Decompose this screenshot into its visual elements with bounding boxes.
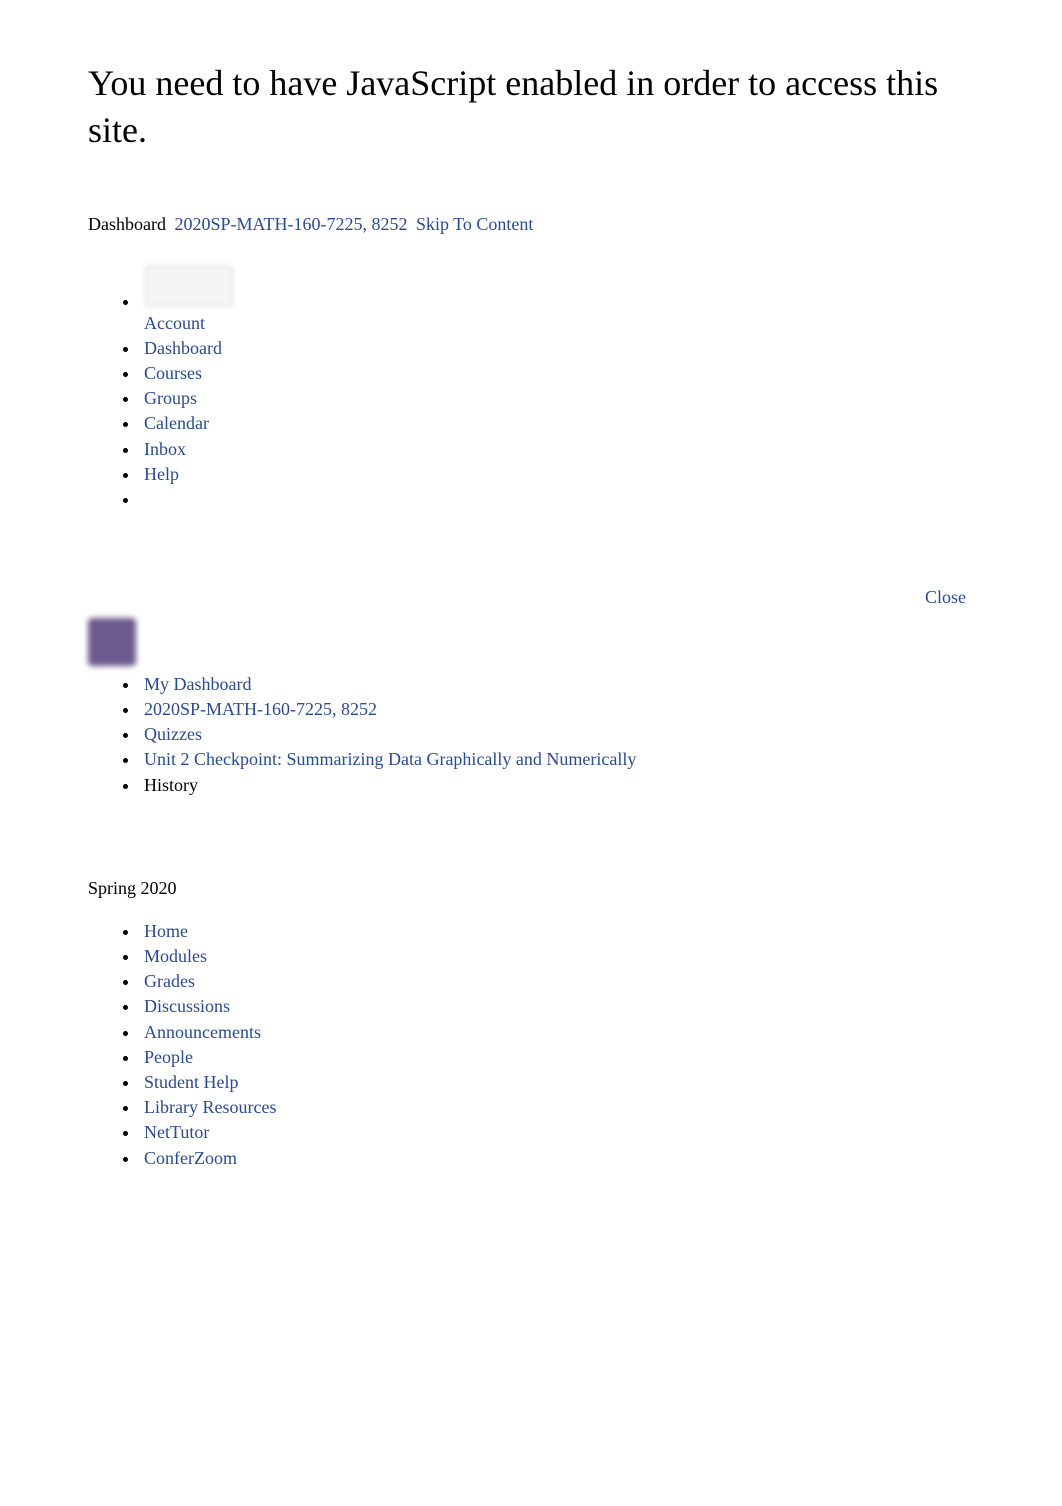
coursenav-announcements[interactable]: Announcements <box>144 1022 261 1042</box>
course-nav-list: Home Modules Grades Discussions Announce… <box>88 919 974 1171</box>
nav-account-label: Account <box>144 311 205 336</box>
page-heading: You need to have JavaScript enabled in o… <box>88 60 974 154</box>
global-nav-list: Account Dashboard Courses Groups Calenda… <box>88 265 974 507</box>
breadcrumb-list: My Dashboard 2020SP-MATH-160-7225, 8252 … <box>88 672 974 798</box>
crumb-course[interactable]: 2020SP-MATH-160-7225, 8252 <box>144 699 377 719</box>
close-button[interactable]: Close <box>925 587 966 607</box>
nav-help[interactable]: Help <box>144 464 179 484</box>
nav-account-item[interactable]: Account <box>140 265 974 336</box>
nav-empty-item <box>140 487 974 507</box>
coursenav-discussions[interactable]: Discussions <box>144 996 230 1016</box>
term-label: Spring 2020 <box>88 878 974 899</box>
nav-calendar[interactable]: Calendar <box>144 413 209 433</box>
coursenav-modules[interactable]: Modules <box>144 946 207 966</box>
avatar-icon[interactable] <box>144 265 234 307</box>
coursenav-library-resources[interactable]: Library Resources <box>144 1097 276 1117</box>
coursenav-grades[interactable]: Grades <box>144 971 195 991</box>
crumb-history: History <box>144 775 198 795</box>
institution-logo[interactable] <box>88 618 136 666</box>
breadcrumb-bar: Dashboard 2020SP-MATH-160-7225, 8252 Ski… <box>88 214 974 235</box>
coursenav-conferzoom[interactable]: ConferZoom <box>144 1148 237 1168</box>
nav-courses[interactable]: Courses <box>144 363 202 383</box>
coursenav-home[interactable]: Home <box>144 921 188 941</box>
coursenav-student-help[interactable]: Student Help <box>144 1072 239 1092</box>
coursenav-people[interactable]: People <box>144 1047 193 1067</box>
crumb-quizzes[interactable]: Quizzes <box>144 724 202 744</box>
nav-inbox[interactable]: Inbox <box>144 439 186 459</box>
crumb-quiz-title[interactable]: Unit 2 Checkpoint: Summarizing Data Grap… <box>144 749 636 769</box>
coursenav-nettutor[interactable]: NetTutor <box>144 1122 209 1142</box>
skip-to-content-link[interactable]: Skip To Content <box>416 214 533 234</box>
nav-groups[interactable]: Groups <box>144 388 197 408</box>
crumb-my-dashboard[interactable]: My Dashboard <box>144 674 251 694</box>
breadcrumb-course-link[interactable]: 2020SP-MATH-160-7225, 8252 <box>174 214 407 234</box>
breadcrumb-dashboard: Dashboard <box>88 214 166 234</box>
nav-dashboard[interactable]: Dashboard <box>144 338 222 358</box>
